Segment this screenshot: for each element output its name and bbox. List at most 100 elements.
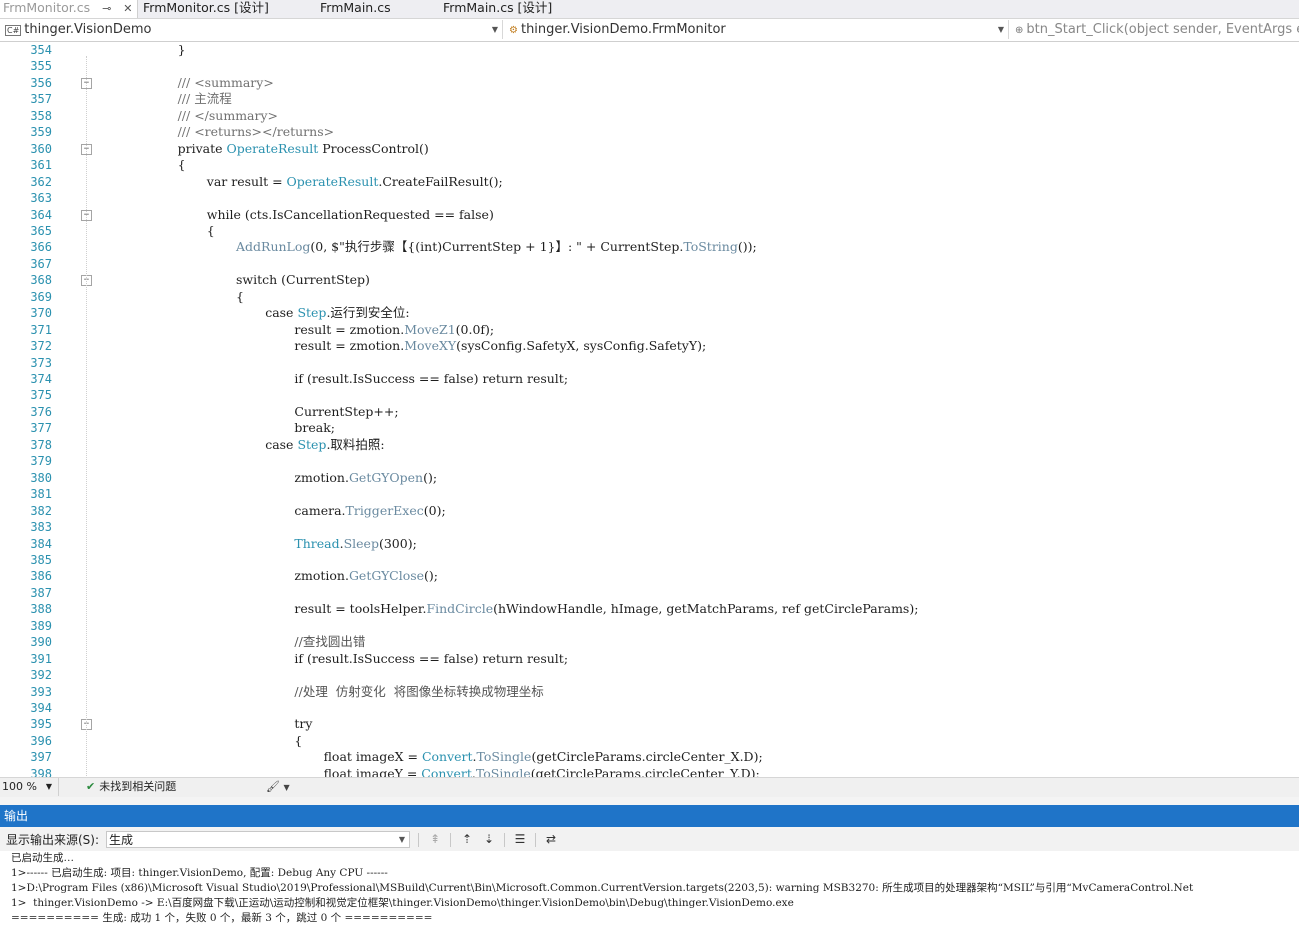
code-line[interactable]: result = zmotion.MoveXY(sysConfig.Safety…: [294, 338, 706, 354]
code-token: if (result.IsSuccess == false) return re…: [294, 650, 569, 666]
code-line[interactable]: /// 主流程: [178, 91, 232, 107]
line-number: 372: [30, 339, 52, 354]
issues-indicator[interactable]: ✔ 未找到相关问题: [86, 778, 176, 796]
code-line[interactable]: AddRunLog(0, $"执行步骤【{(int)CurrentStep + …: [236, 239, 757, 255]
code-editor[interactable]: 354 355 356 357 358 359 360 361 362 363 364 365 366 3…: [0, 42, 1299, 777]
code-line[interactable]: /// <summary>: [178, 75, 274, 91]
code-line[interactable]: zmotion.GetGYClose();: [294, 568, 438, 584]
code-token: AddRunLog: [236, 239, 311, 255]
tab-label: FrmMain.cs [设计]: [443, 0, 553, 15]
code-line[interactable]: {: [178, 157, 186, 173]
code-line[interactable]: private OperateResult ProcessControl(): [178, 141, 429, 157]
zoom-dropdown[interactable]: 100 % ▼: [2, 778, 59, 796]
code-token: (0);: [423, 502, 446, 518]
code-line[interactable]: switch (CurrentStep): [236, 272, 370, 288]
word-wrap-icon[interactable]: ⇄: [542, 831, 560, 848]
code-token: ProcessControl(): [318, 140, 429, 156]
code-line[interactable]: case Step.运行到安全位:: [265, 305, 409, 321]
code-line[interactable]: try: [294, 716, 312, 732]
code-line[interactable]: result = zmotion.MoveZ1(0.0f);: [294, 322, 494, 338]
line-number: 392: [30, 668, 52, 683]
line-number: 361: [30, 158, 52, 173]
code-token: (0.0f);: [455, 321, 495, 337]
code-token: {: [294, 732, 303, 748]
line-number: 371: [30, 322, 52, 337]
code-line[interactable]: //查找圆出错: [294, 634, 365, 650]
code-token: CurrentStep++;: [294, 403, 399, 419]
code-line[interactable]: CurrentStep++;: [294, 404, 398, 420]
code-line[interactable]: {: [294, 733, 302, 749]
previous-message-icon[interactable]: ⇡: [458, 831, 476, 848]
code-token: ();: [423, 469, 438, 485]
code-area[interactable]: } /// <summary>/// 主流程/// </summary>/// <…: [60, 42, 1290, 777]
code-line[interactable]: var result = OperateResult.CreateFailRes…: [207, 174, 503, 190]
code-token: ();: [424, 568, 439, 584]
output-text-area[interactable]: 已启动生成… 1>------ 已启动生成: 项目: thinger.Visio…: [0, 851, 1299, 939]
project-dropdown[interactable]: C# thinger.VisionDemo ▼: [2, 20, 503, 39]
tab-frmmonitor-cs[interactable]: FrmMonitor.cs ⊸ ✕: [0, 0, 138, 18]
chevron-down-icon: ▼: [398, 835, 405, 844]
line-number: 393: [30, 684, 52, 699]
code-line[interactable]: zmotion.GetGYOpen();: [294, 470, 437, 486]
code-line[interactable]: break;: [294, 420, 335, 436]
line-number: 378: [30, 437, 52, 452]
pin-icon[interactable]: ⊸: [102, 2, 111, 15]
class-dropdown[interactable]: ⚙ thinger.VisionDemo.FrmMonitor ▼: [506, 20, 1009, 39]
code-line[interactable]: Thread.Sleep(300);: [294, 536, 416, 552]
code-token: case: [265, 305, 298, 321]
code-line[interactable]: }: [178, 42, 186, 58]
csharp-project-icon: C#: [5, 25, 22, 36]
line-number-gutter: 354 355 356 357 358 359 360 361 362 363 364 365 366 3…: [0, 42, 60, 777]
code-line[interactable]: while (cts.IsCancellationRequested == fa…: [207, 207, 494, 223]
code-token: GetGYClose: [348, 568, 425, 584]
code-line[interactable]: float imageX = Convert.ToSingle(getCircl…: [324, 749, 763, 765]
chevron-down-icon: ▼: [45, 782, 52, 791]
line-number: 388: [30, 602, 52, 617]
find-message-icon[interactable]: ⇞: [426, 831, 444, 848]
line-number: 367: [30, 256, 52, 271]
code-token: ToSingle: [476, 749, 532, 765]
tab-frmmain-designer[interactable]: FrmMain.cs [设计]: [443, 0, 552, 18]
code-line[interactable]: if (result.IsSuccess == false) return re…: [294, 371, 568, 387]
code-line[interactable]: if (result.IsSuccess == false) return re…: [294, 651, 568, 667]
code-line[interactable]: float imageY = Convert.ToSingle(getCircl…: [324, 766, 760, 777]
code-token: (300);: [378, 535, 417, 551]
code-line[interactable]: /// </summary>: [178, 108, 278, 124]
code-line[interactable]: case Step.取料拍照:: [265, 437, 384, 453]
code-token: result = zmotion.: [294, 338, 405, 354]
zoom-level: 100 %: [2, 780, 37, 793]
output-panel-header[interactable]: 输出: [0, 805, 1299, 827]
code-token: Sleep: [343, 535, 379, 551]
clear-all-icon[interactable]: ☰: [511, 831, 529, 848]
next-message-icon[interactable]: ⇣: [480, 831, 498, 848]
member-dropdown[interactable]: ⊕ btn_Start_Click(object sender, EventArg…: [1012, 20, 1299, 39]
tab-frmmain-cs[interactable]: FrmMain.cs: [320, 0, 391, 18]
code-token: try: [294, 716, 313, 732]
code-line[interactable]: /// <returns></returns>: [178, 124, 335, 140]
output-source-select[interactable]: 生成 ▼: [106, 831, 410, 848]
tab-frmmonitor-designer[interactable]: FrmMonitor.cs [设计]: [143, 0, 269, 18]
close-icon[interactable]: ✕: [123, 2, 132, 15]
code-token: if (result.IsSuccess == false) return re…: [294, 371, 569, 386]
code-line[interactable]: camera.TriggerExec(0);: [294, 503, 445, 519]
code-line[interactable]: //处理 仿射变化 将图像坐标转换成物理坐标: [294, 684, 543, 700]
project-name: thinger.VisionDemo: [24, 22, 152, 37]
code-token: var result =: [206, 173, 287, 189]
output-line: 1>------ 已启动生成: 项目: thinger.VisionDemo, …: [11, 867, 388, 879]
code-token: zmotion.: [294, 469, 349, 485]
line-number: 362: [30, 174, 52, 189]
code-cleanup-button[interactable]: 🖌︎ ▼: [266, 778, 290, 797]
code-token: (getCircleParams.circleCenter_Y.D);: [530, 765, 760, 777]
code-token: case: [265, 436, 298, 452]
line-number: 385: [30, 552, 52, 567]
code-token: TriggerExec: [345, 502, 424, 518]
line-number: 356: [30, 75, 52, 90]
line-number: 369: [30, 289, 52, 304]
code-token: .CreateFailResult();: [378, 173, 503, 189]
line-number: 381: [30, 487, 52, 502]
code-token: /// 主流程: [177, 91, 232, 107]
code-line[interactable]: {: [207, 223, 215, 239]
line-number: 370: [30, 306, 52, 321]
code-line[interactable]: result = toolsHelper.FindCircle(hWindowH…: [294, 601, 918, 617]
code-line[interactable]: {: [236, 289, 244, 305]
